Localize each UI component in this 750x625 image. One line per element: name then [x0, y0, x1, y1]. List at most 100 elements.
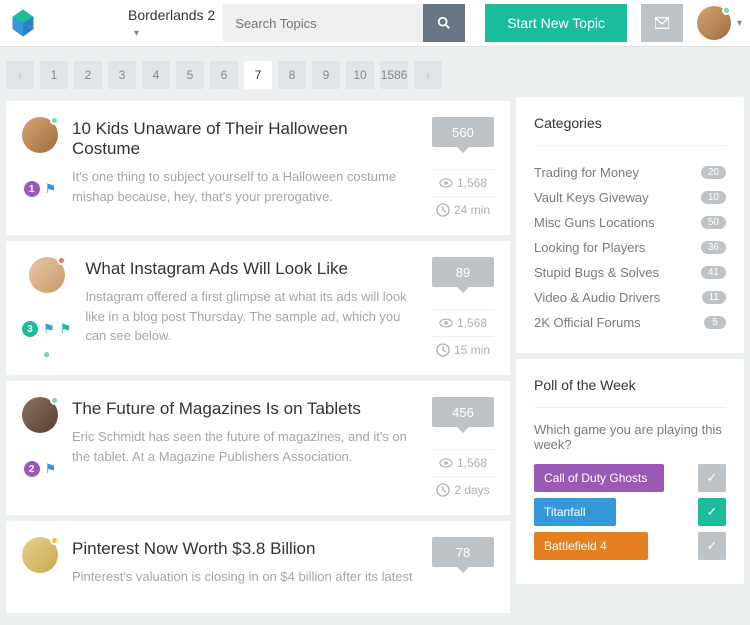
category-name: Stupid Bugs & Solves [534, 265, 659, 280]
poll-question: Which game you are playing this week? [534, 422, 726, 452]
poll-option: Titanfall ✓ [534, 498, 726, 526]
poll-check[interactable]: ✓ [698, 498, 726, 526]
topic-excerpt: Instagram offered a first glimpse at wha… [85, 287, 418, 346]
topic-row: 2⚑The Future of Magazines Is on TabletsE… [6, 381, 510, 515]
topic-stats: 78 [432, 537, 494, 601]
topic-body[interactable]: The Future of Magazines Is on Tablets Eri… [72, 397, 418, 503]
poll-option: Battlefield 4 ✓ [534, 532, 726, 560]
poll-check[interactable]: ✓ [698, 464, 726, 492]
time-stat: 15 min [432, 336, 494, 363]
page-5[interactable]: 5 [176, 61, 204, 89]
reply-count: 560 [432, 117, 494, 147]
sidebar: Categories Trading for Money20Vault Keys… [516, 53, 744, 619]
page-prev[interactable]: ‹ [6, 61, 34, 89]
views-stat: 1,568 [432, 449, 494, 476]
search-form [223, 4, 465, 42]
flag-icon: ⚑ [43, 321, 55, 337]
poll-box: Poll of the Week Which game you are play… [516, 359, 744, 584]
page-7[interactable]: 7 [244, 61, 272, 89]
search-icon [437, 16, 451, 30]
page-8[interactable]: 8 [278, 61, 306, 89]
search-input[interactable] [223, 4, 423, 42]
reply-count: 89 [432, 257, 494, 287]
category-count: 50 [701, 216, 726, 229]
badge: 2 [24, 461, 40, 477]
eye-icon [439, 176, 453, 190]
page-next[interactable]: › [414, 61, 442, 89]
caret-down-icon: ▾ [737, 18, 742, 29]
category-item[interactable]: Video & Audio Drivers11 [534, 285, 726, 310]
user-menu[interactable] [697, 6, 731, 40]
topic-stats: 5601,56824 min [432, 117, 494, 223]
badges: 1⚑ [24, 181, 57, 197]
category-item[interactable]: Vault Keys Giveway10 [534, 185, 726, 210]
topic-row: 3⚑⚑●What Instagram Ads Will Look LikeIns… [6, 241, 510, 375]
page-1[interactable]: 1 [40, 61, 68, 89]
category-name: Trading for Money [534, 165, 639, 180]
flag-icon: ⚑ [45, 461, 57, 477]
mail-icon [655, 16, 669, 30]
caret-down-icon: ▾ [134, 28, 139, 39]
category-name: Video & Audio Drivers [534, 290, 660, 305]
reply-count: 456 [432, 397, 494, 427]
poll-title: Poll of the Week [534, 377, 726, 408]
topic-meta: 2⚑ [22, 397, 58, 503]
flag-icon: ⚑ [45, 181, 57, 197]
topic-avatar[interactable] [22, 537, 58, 573]
page-3[interactable]: 3 [108, 61, 136, 89]
views-stat: 1,568 [432, 309, 494, 336]
page-10[interactable]: 10 [346, 61, 374, 89]
page-2[interactable]: 2 [74, 61, 102, 89]
status-dot [722, 6, 731, 15]
topic-title: The Future of Magazines Is on Tablets [72, 399, 418, 419]
page-1586[interactable]: 1586 [380, 61, 408, 89]
badge: 1 [24, 181, 40, 197]
page-6[interactable]: 6 [210, 61, 238, 89]
category-item[interactable]: Misc Guns Locations 50 [534, 210, 726, 235]
topic-title: 10 Kids Unaware of Their Halloween Costu… [72, 119, 418, 159]
topic-meta: 3⚑⚑● [22, 257, 71, 363]
clock-icon [436, 483, 450, 497]
flag-icon: ⚑ [60, 321, 72, 337]
logo[interactable] [8, 8, 38, 38]
category-name: Misc Guns Locations [534, 215, 655, 230]
status-dot [50, 116, 59, 125]
category-count: 5 [704, 316, 726, 329]
category-item[interactable]: Looking for Players36 [534, 235, 726, 260]
poll-bar: Battlefield 4 [534, 532, 648, 560]
mail-button[interactable] [641, 4, 683, 42]
category-count: 41 [701, 266, 726, 279]
badges: 2⚑ [24, 461, 57, 477]
topic-avatar[interactable] [22, 117, 58, 153]
topic-stats: 89 1,56815 min [432, 257, 494, 363]
topic-body[interactable]: 10 Kids Unaware of Their Halloween Costu… [72, 117, 418, 223]
status-dot [57, 256, 66, 265]
page-9[interactable]: 9 [312, 61, 340, 89]
topic-body[interactable]: What Instagram Ads Will Look LikeInstagr… [85, 257, 418, 363]
poll-check[interactable]: ✓ [698, 532, 726, 560]
new-topic-button[interactable]: Start New Topic [485, 4, 627, 42]
breadcrumb[interactable]: Borderlands 2 ▾ [128, 7, 223, 39]
badges: 3⚑⚑ [22, 321, 71, 337]
search-button[interactable] [423, 4, 465, 42]
category-item[interactable]: 2K Official Forums5 [534, 310, 726, 335]
topic-body[interactable]: Pinterest Now Worth $3.8 BillionPinteres… [72, 537, 418, 601]
topic-meta [22, 537, 58, 601]
reply-count: 78 [432, 537, 494, 567]
category-item[interactable]: Trading for Money 20 [534, 160, 726, 185]
page-4[interactable]: 4 [142, 61, 170, 89]
views-stat: 1,568 [432, 169, 494, 196]
topic-row: Pinterest Now Worth $3.8 BillionPinteres… [6, 521, 510, 613]
category-item[interactable]: Stupid Bugs & Solves 41 [534, 260, 726, 285]
time-stat: 2 days [432, 476, 494, 503]
topic-excerpt: Pinterest's valuation is closing in on $… [72, 567, 418, 587]
category-count: 20 [701, 166, 726, 179]
category-name: Vault Keys Giveway [534, 190, 649, 205]
eye-icon [439, 316, 453, 330]
topic-avatar[interactable] [22, 397, 58, 433]
topic-avatar[interactable] [29, 257, 65, 293]
poll-bar: Titanfall [534, 498, 616, 526]
breadcrumb-text: Borderlands 2 [128, 7, 215, 23]
topic-excerpt: Eric Schmidt has seen the future of maga… [72, 427, 418, 466]
topic-row: 1⚑10 Kids Unaware of Their Halloween Cos… [6, 101, 510, 235]
